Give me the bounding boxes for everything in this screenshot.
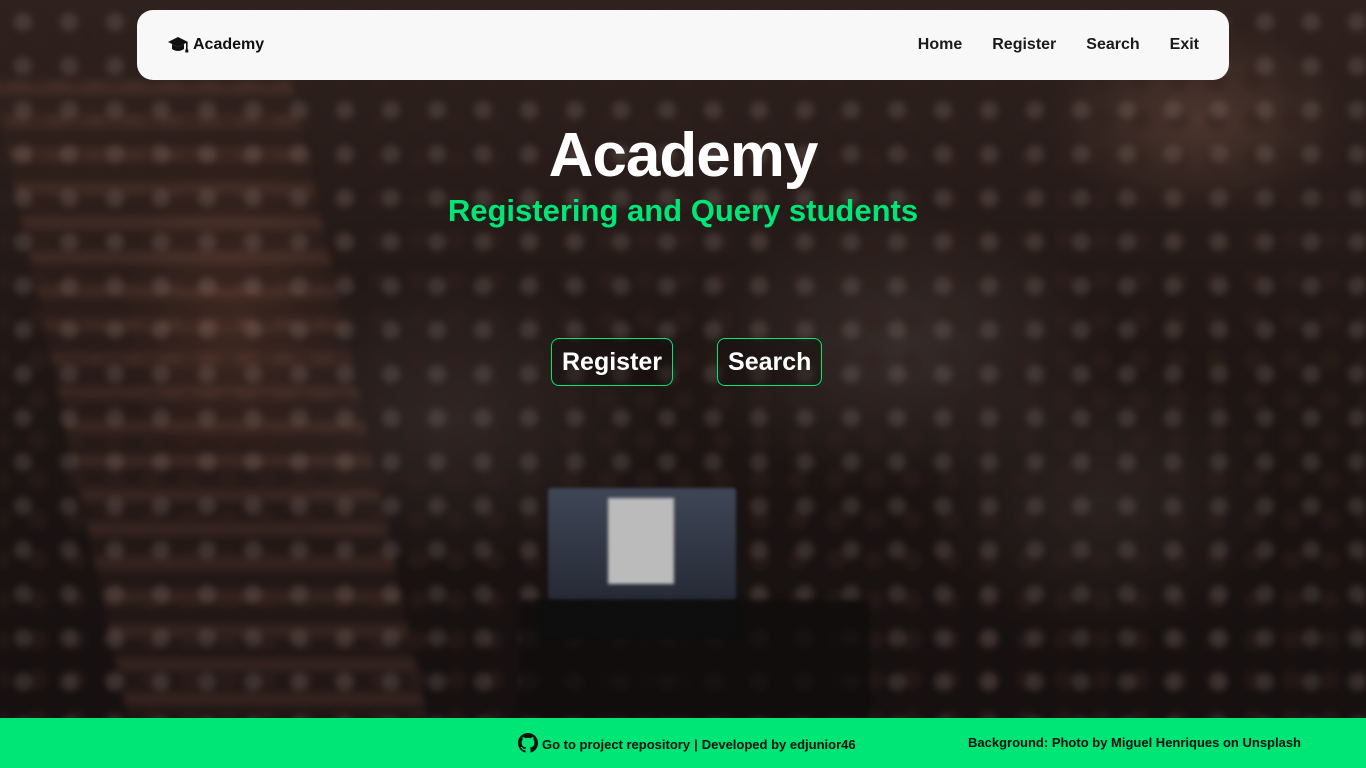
footer: Go to project repository | Developed by …: [0, 718, 1366, 768]
nav-link-exit[interactable]: Exit: [1170, 36, 1199, 54]
nav-link-home[interactable]: Home: [918, 36, 962, 54]
nav-link-register[interactable]: Register: [992, 36, 1056, 54]
nav-link-search[interactable]: Search: [1086, 36, 1139, 54]
footer-separator: |: [694, 737, 698, 752]
page: Academy Home Register Search Exit Academ…: [0, 0, 1366, 768]
graduation-cap-icon: [167, 35, 189, 55]
brand-label: Academy: [193, 36, 265, 53]
brand-link[interactable]: Academy: [167, 35, 264, 55]
photo-credit: Background: Photo by Miguel Henriques on…: [968, 735, 1301, 750]
navbar: Academy Home Register Search Exit: [137, 10, 1229, 80]
register-button[interactable]: Register: [551, 338, 674, 386]
nav-links: Home Register Search Exit: [918, 36, 1199, 54]
hero-subtitle: Registering and Query students: [447, 193, 919, 228]
footer-repo-info: Go to project repository | Developed by …: [518, 733, 856, 756]
hero-buttons: Register Search: [551, 338, 823, 386]
github-icon: [518, 733, 538, 756]
hero-title: Academy: [548, 121, 819, 190]
photo-credit-link[interactable]: Background: Photo by Miguel Henriques on…: [968, 735, 1301, 750]
developer-credit: Developed by edjunior46: [701, 737, 856, 752]
repo-link[interactable]: Go to project repository: [542, 737, 690, 752]
search-button[interactable]: Search: [717, 338, 823, 386]
